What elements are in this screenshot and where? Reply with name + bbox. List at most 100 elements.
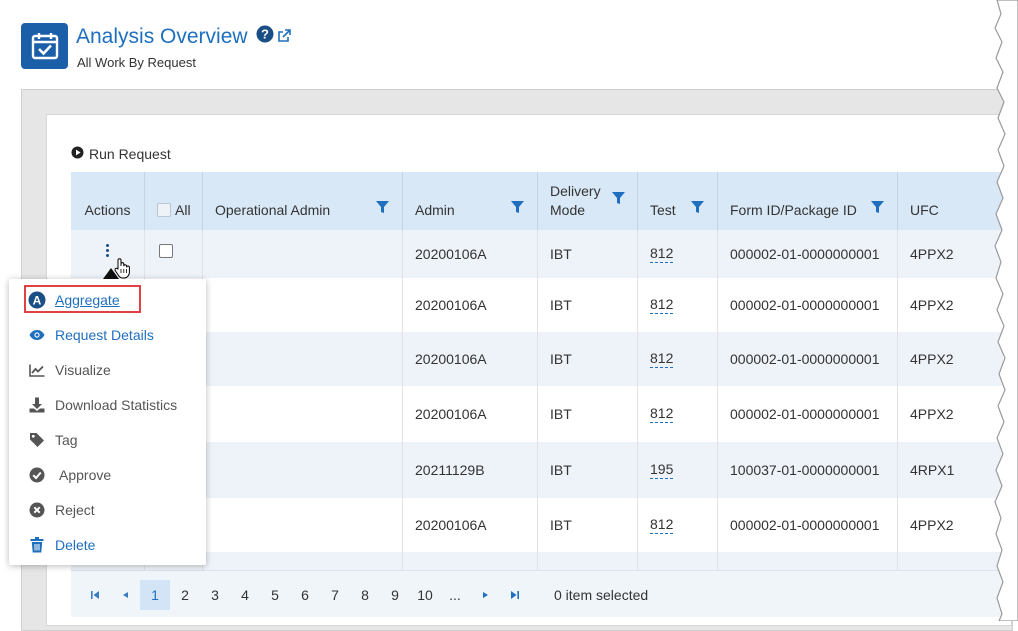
eye-icon — [27, 329, 47, 341]
menu-item-label: Request Details — [55, 327, 154, 343]
run-request-label: Run Request — [89, 146, 171, 162]
page-2-button[interactable]: 2 — [170, 580, 200, 610]
svg-text:?: ? — [261, 27, 269, 42]
page-4-button[interactable]: 4 — [230, 580, 260, 610]
page-3-button[interactable]: 3 — [200, 580, 230, 610]
test-link[interactable]: 812 — [650, 296, 674, 314]
test-cell: 812 — [638, 386, 718, 442]
external-link-icon[interactable] — [277, 25, 291, 49]
test-link[interactable]: 812 — [650, 350, 674, 368]
column-header-select-all[interactable]: All — [145, 172, 203, 230]
delivery-mode-cell: IBT — [538, 442, 638, 498]
menu-item-label: Visualize — [55, 362, 111, 378]
line-chart-icon — [27, 364, 47, 377]
form-id-cell: 100037-01-0000000001 — [718, 442, 898, 498]
select-all-label: All — [175, 202, 191, 218]
filter-icon[interactable] — [691, 201, 704, 217]
menu-item-download-statistics[interactable]: Download Statistics — [27, 393, 177, 417]
download-icon — [27, 397, 47, 413]
first-page-icon[interactable] — [80, 580, 110, 610]
delivery-mode-cell: IBT — [538, 230, 638, 278]
page-1-button[interactable]: 1 — [140, 580, 170, 610]
admin-cell: 20211129B — [403, 442, 538, 498]
form-id-cell: 000002-01-0000000001 — [718, 332, 898, 386]
column-header-operational-admin[interactable]: Operational Admin — [203, 172, 403, 230]
aggregate-a-icon: A — [27, 291, 47, 309]
run-request-button[interactable]: Run Request — [71, 146, 171, 162]
test-link[interactable]: 812 — [650, 245, 674, 263]
form-id-cell: 000002-01-0000000001 — [718, 498, 898, 552]
menu-item-approve[interactable]: Approve — [27, 463, 111, 487]
page-7-button[interactable]: 7 — [320, 580, 350, 610]
page-8-button[interactable]: 8 — [350, 580, 380, 610]
menu-item-label: Download Statistics — [55, 397, 178, 413]
table-row[interactable]: 20200106A IBT 812 000002-01-0000000001 4… — [71, 386, 1003, 442]
column-header-test[interactable]: Test — [638, 172, 718, 230]
filter-icon[interactable] — [871, 201, 884, 217]
menu-item-label: Approve — [59, 467, 112, 483]
next-page-icon[interactable] — [470, 580, 500, 610]
pagination-bar: 1 2 3 4 5 6 7 8 9 10 ... 0 item selected — [71, 570, 1003, 617]
table-row[interactable]: 20200106A IBT 812 000002-01-0000000001 4… — [71, 278, 1003, 332]
delivery-mode-cell: IBT — [538, 498, 638, 552]
tag-icon — [27, 432, 47, 448]
column-header-form-id[interactable]: Form ID/Package ID — [718, 172, 898, 230]
page-5-button[interactable]: 5 — [260, 580, 290, 610]
test-cell: 812 — [638, 278, 718, 332]
table-row[interactable]: 20200106A IBT 812 000002-01-0000000001 4… — [71, 498, 1003, 552]
test-cell: 812 — [638, 230, 718, 278]
menu-item-aggregate[interactable]: A Aggregate — [27, 288, 120, 312]
table-row[interactable]: 20200106A IBT 812 000002-01-0000000001 4… — [71, 332, 1003, 386]
play-circle-icon — [71, 146, 84, 162]
row-checkbox[interactable] — [159, 244, 173, 258]
column-header-admin[interactable]: Admin — [403, 172, 538, 230]
kebab-menu-icon[interactable] — [106, 244, 110, 259]
menu-item-label: Delete — [55, 537, 96, 553]
admin-cell: 20200106A — [403, 498, 538, 552]
test-link[interactable]: 195 — [650, 461, 674, 479]
check-circle-icon — [27, 467, 47, 483]
menu-item-request-details[interactable]: Request Details — [27, 323, 154, 347]
test-link[interactable]: 812 — [650, 405, 674, 423]
form-id-cell: 000002-01-0000000001 — [718, 278, 898, 332]
column-header-delivery-mode[interactable]: Delivery Mode — [538, 172, 638, 230]
filter-icon[interactable] — [612, 192, 625, 208]
delivery-mode-cell: IBT — [538, 332, 638, 386]
admin-cell: 20200106A — [403, 332, 538, 386]
delivery-mode-cell: IBT — [538, 386, 638, 442]
form-id-cell: 000002-01-0000000001 — [718, 386, 898, 442]
test-link[interactable]: 812 — [650, 516, 674, 534]
menu-item-visualize[interactable]: Visualize — [27, 358, 111, 382]
select-all-checkbox[interactable] — [157, 203, 171, 217]
test-cell: 812 — [638, 332, 718, 386]
menu-item-label: Reject — [55, 502, 95, 518]
page-subtitle: All Work By Request — [77, 55, 196, 70]
menu-item-reject[interactable]: Reject — [27, 498, 95, 522]
calendar-check-icon — [21, 23, 68, 69]
page-6-button[interactable]: 6 — [290, 580, 320, 610]
page-9-button[interactable]: 9 — [380, 580, 410, 610]
admin-cell: 20200106A — [403, 386, 538, 442]
table-row[interactable]: 20211129B IBT 195 100037-01-0000000001 4… — [71, 442, 1003, 498]
form-id-cell: 000002-01-0000000001 — [718, 230, 898, 278]
grid-body: 20200106A IBT 812 000002-01-0000000001 4… — [71, 230, 1003, 570]
menu-item-tag[interactable]: Tag — [27, 428, 78, 452]
filter-icon[interactable] — [511, 201, 524, 217]
page-title-row: Analysis Overview ? — [76, 25, 291, 49]
svg-text:A: A — [33, 293, 42, 307]
delivery-mode-cell: IBT — [538, 278, 638, 332]
filter-icon[interactable] — [376, 201, 389, 217]
menu-item-delete[interactable]: Delete — [27, 533, 95, 557]
page-10-button[interactable]: 10 — [410, 580, 440, 610]
page-title: Analysis Overview — [76, 25, 248, 48]
last-page-icon[interactable] — [500, 580, 530, 610]
more-pages-button[interactable]: ... — [440, 580, 470, 610]
menu-item-label: Tag — [55, 432, 78, 448]
help-icon[interactable]: ? — [256, 25, 274, 49]
table-row[interactable]: 20200106A IBT 812 000002-01-0000000001 4… — [71, 230, 1003, 278]
row-action-menu: A Aggregate Request Details Visualize Do… — [9, 279, 206, 565]
selection-status: 0 item selected — [554, 587, 649, 603]
prev-page-icon[interactable] — [110, 580, 140, 610]
trash-icon — [27, 537, 47, 553]
test-cell: 812 — [638, 498, 718, 552]
